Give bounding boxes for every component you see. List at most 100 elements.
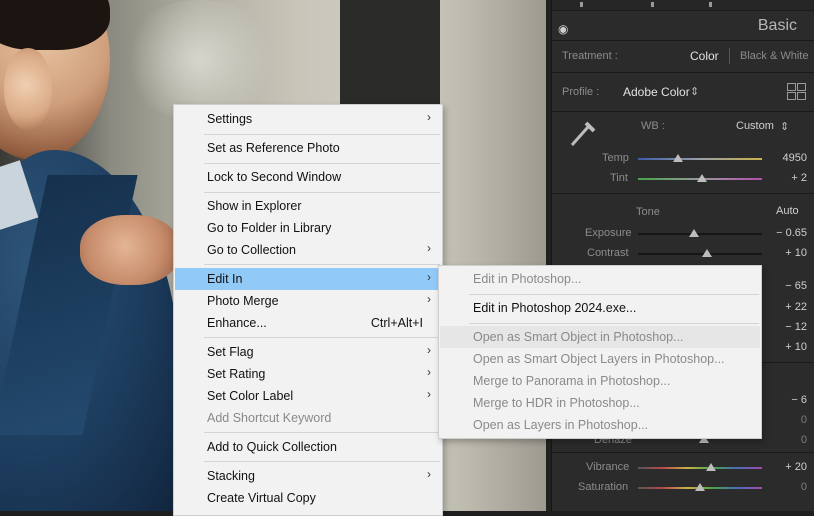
menu-item-label: Set as Reference Photo — [207, 141, 340, 155]
profile-dropdown[interactable]: Adobe Color — [623, 85, 690, 99]
menu-item-add-shortcut-keyword: Add Shortcut Keyword — [175, 407, 441, 429]
menu-item-enhance[interactable]: Enhance... Ctrl+Alt+I — [175, 312, 441, 334]
menu-item-lock-to-second-window[interactable]: Lock to Second Window — [175, 166, 441, 188]
texture-value[interactable]: − 6 — [757, 394, 807, 406]
tone-label: Tone — [636, 206, 660, 218]
menu-item-label: Edit in Photoshop 2024.exe... — [473, 301, 637, 315]
menu-item-set-as-reference-photo[interactable]: Set as Reference Photo — [175, 137, 441, 159]
subject-ear — [4, 48, 52, 130]
menu-item-label: Set Flag — [207, 345, 254, 359]
dehaze-value[interactable]: 0 — [757, 434, 807, 446]
submenu-item-merge-to-hdr: Merge to HDR in Photoshop... — [440, 392, 760, 414]
panel-top-strip — [552, 0, 814, 11]
vibrance-slider-knob[interactable] — [706, 463, 716, 471]
auto-tone-button[interactable]: Auto — [776, 205, 799, 217]
updown-arrow-icon[interactable]: ⇕ — [780, 120, 789, 133]
menu-item-go-to-collection[interactable]: Go to Collection › — [175, 239, 441, 261]
panel-title[interactable]: Basic — [758, 17, 797, 35]
saturation-slider-knob[interactable] — [695, 483, 705, 491]
submenu-item-open-as-layers: Open as Layers in Photoshop... — [440, 414, 760, 436]
contrast-slider[interactable] — [638, 253, 762, 255]
divider — [729, 48, 730, 64]
menu-item-shortcut: Ctrl+Alt+I — [370, 316, 423, 330]
menu-item-label: Open as Smart Object Layers in Photoshop… — [473, 352, 725, 366]
treatment-bw-button[interactable]: Black & White — [740, 50, 808, 62]
menu-item-set-flag[interactable]: Set Flag › — [175, 341, 441, 363]
tint-value[interactable]: + 2 — [757, 172, 807, 184]
menu-separator — [204, 264, 440, 265]
menu-item-create-virtual-copy[interactable]: Create Virtual Copy — [175, 487, 441, 509]
vibrance-value[interactable]: + 20 — [757, 461, 807, 473]
menu-item-label: Set Rating — [207, 367, 266, 381]
saturation-value[interactable]: 0 — [757, 481, 807, 493]
menu-separator — [204, 163, 440, 164]
eyedropper-icon[interactable] — [564, 115, 600, 151]
divider — [552, 111, 814, 112]
menu-item-label: Photo Merge — [207, 294, 279, 308]
menu-separator — [204, 192, 440, 193]
tint-label: Tint — [610, 172, 628, 184]
treatment-label: Treatment : — [562, 50, 618, 62]
menu-item-label: Show in Explorer — [207, 199, 302, 213]
wb-label: WB : — [641, 120, 665, 132]
menu-item-label: Stacking — [207, 469, 255, 483]
divider — [552, 193, 814, 194]
menu-item-stacking[interactable]: Stacking › — [175, 465, 441, 487]
submenu-item-open-as-smart-object-layers: Open as Smart Object Layers in Photoshop… — [440, 348, 760, 370]
temp-slider[interactable] — [638, 158, 762, 160]
menu-item-label: Open as Layers in Photoshop... — [473, 418, 649, 432]
menu-item-label: Settings — [207, 112, 253, 126]
divider — [552, 452, 814, 453]
menu-separator — [469, 323, 759, 324]
tint-slider-knob[interactable] — [697, 174, 707, 182]
blacks-value[interactable]: + 10 — [757, 341, 807, 353]
submenu-item-edit-in-photoshop-2024[interactable]: Edit in Photoshop 2024.exe... — [440, 297, 760, 319]
chevron-right-icon: › — [427, 110, 431, 124]
whites-value[interactable]: − 12 — [757, 321, 807, 333]
treatment-color-button[interactable]: Color — [690, 49, 719, 63]
chevron-right-icon: › — [427, 467, 431, 481]
chevron-right-icon: › — [427, 241, 431, 255]
menu-item-set-rating[interactable]: Set Rating › — [175, 363, 441, 385]
exposure-slider[interactable] — [638, 233, 762, 235]
menu-item-show-in-explorer[interactable]: Show in Explorer — [175, 195, 441, 217]
menu-separator — [204, 461, 440, 462]
temp-slider-knob[interactable] — [673, 154, 683, 162]
menu-item-label: Merge to Panorama in Photoshop... — [473, 374, 671, 388]
menu-item-label: Go to Folder in Library — [207, 221, 332, 235]
vibrance-label: Vibrance — [586, 461, 630, 473]
slider-tick — [651, 2, 654, 7]
menu-item-label: Add Shortcut Keyword — [207, 411, 332, 425]
submenu-item-edit-in-photoshop: Edit in Photoshop... — [440, 268, 760, 290]
contrast-slider-knob[interactable] — [702, 249, 712, 257]
menu-item-go-to-folder-in-library[interactable]: Go to Folder in Library — [175, 217, 441, 239]
menu-item-label: Edit In — [207, 272, 243, 286]
menu-item-label: Set Color Label — [207, 389, 294, 403]
profile-browser-grid-icon[interactable] — [787, 83, 807, 101]
temp-value[interactable]: 4950 — [757, 152, 807, 164]
menu-item-add-to-quick-collection[interactable]: Add to Quick Collection — [175, 436, 441, 458]
menu-item-label: Merge to HDR in Photoshop... — [473, 396, 640, 410]
photo-context-menu: Settings › Set as Reference Photo Lock t… — [173, 104, 443, 516]
menu-item-photo-merge[interactable]: Photo Merge › — [175, 290, 441, 312]
menu-item-label: Add to Quick Collection — [207, 440, 337, 454]
menu-item-set-color-label[interactable]: Set Color Label › — [175, 385, 441, 407]
divider — [552, 72, 814, 73]
slider-tick — [709, 2, 712, 7]
contrast-value[interactable]: + 10 — [757, 247, 807, 259]
updown-arrow-icon[interactable]: ⇕ — [690, 85, 699, 98]
exposure-slider-knob[interactable] — [689, 229, 699, 237]
menu-item-edit-in[interactable]: Edit In › — [175, 268, 441, 290]
chevron-right-icon: › — [427, 365, 431, 379]
eye-icon[interactable]: ◉ — [558, 22, 568, 36]
menu-separator — [469, 294, 759, 295]
menu-item-settings[interactable]: Settings › — [175, 108, 441, 130]
clarity-value[interactable]: 0 — [757, 414, 807, 426]
shadows-value[interactable]: + 22 — [757, 301, 807, 313]
wb-dropdown[interactable]: Custom — [736, 120, 774, 132]
chevron-right-icon: › — [427, 343, 431, 357]
exposure-value[interactable]: − 0.65 — [757, 227, 807, 239]
highlights-value[interactable]: − 65 — [757, 280, 807, 292]
vibrance-slider[interactable] — [638, 467, 762, 469]
submenu-item-merge-to-panorama: Merge to Panorama in Photoshop... — [440, 370, 760, 392]
